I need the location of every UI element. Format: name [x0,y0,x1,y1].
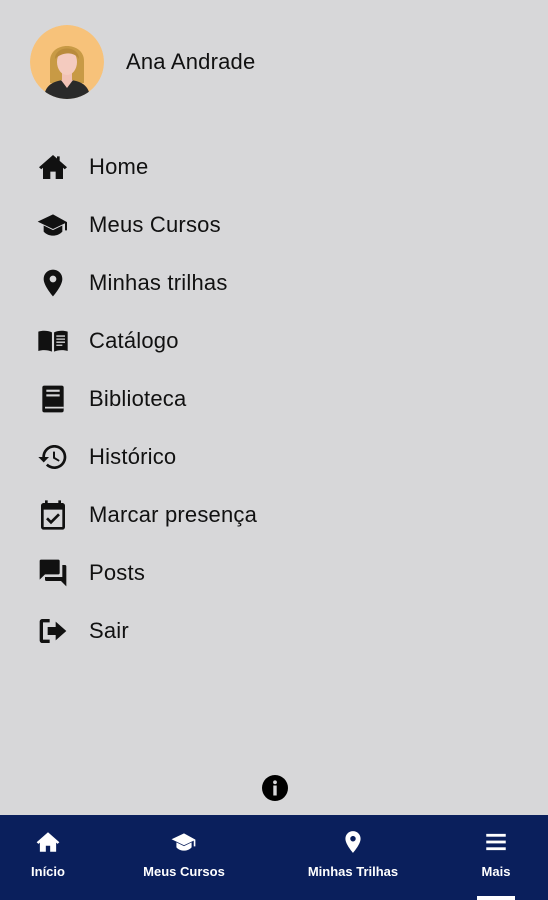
user-avatar-icon[interactable] [30,25,104,99]
menu-item-label: Marcar presença [89,502,258,527]
map-pin-icon [345,831,361,853]
bottom-nav: Início Meus Cursos Minhas Trilhas Mais [0,815,548,900]
menu-icon [486,833,506,851]
info-icon[interactable] [262,775,288,801]
menu-item-label: Home [89,154,149,179]
menu-item-label: Biblioteca [89,386,187,411]
graduation-cap-icon [171,833,196,851]
menu-item-label: Sair [89,618,129,643]
menu-item-historico[interactable]: Histórico [0,428,548,486]
menu-item-label: Posts [89,560,146,585]
logout-icon [36,614,70,648]
profile-header[interactable]: Ana Andrade [30,25,255,99]
bottom-nav-label: Mais [481,864,511,879]
menu-item-sair[interactable]: Sair [0,602,548,660]
side-menu: Home Meus Cursos Minhas trilhas Catálogo… [0,138,548,660]
menu-item-biblioteca[interactable]: Biblioteca [0,370,548,428]
menu-item-label: Catálogo [89,328,179,353]
menu-item-meus-cursos[interactable]: Meus Cursos [0,196,548,254]
home-icon [36,150,70,184]
bottom-nav-label: Meus Cursos [143,864,225,879]
menu-item-catalogo[interactable]: Catálogo [0,312,548,370]
book-icon [36,382,70,416]
bottom-nav-item-minhas-trilhas[interactable]: Minhas Trilhas [298,815,408,900]
bottom-nav-label: Início [31,864,65,879]
profile-name: Ana Andrade [126,49,256,74]
forum-icon [36,556,70,590]
graduation-cap-icon [36,208,70,242]
menu-item-posts[interactable]: Posts [0,544,548,602]
menu-item-home[interactable]: Home [0,138,548,196]
menu-item-label: Histórico [89,444,177,469]
menu-item-label: Minhas trilhas [89,270,228,295]
bottom-nav-label: Minhas Trilhas [307,864,399,879]
map-pin-icon [36,266,70,300]
active-tab-indicator [477,896,515,900]
bottom-nav-item-meus-cursos[interactable]: Meus Cursos [134,815,234,900]
calendar-check-icon [36,498,70,532]
bottom-nav-item-mais[interactable]: Mais [470,815,522,900]
history-icon [36,440,70,474]
open-book-icon [36,324,70,358]
menu-item-minhas-trilhas[interactable]: Minhas trilhas [0,254,548,312]
home-icon [36,832,60,852]
bottom-nav-item-inicio[interactable]: Início [20,815,76,900]
menu-item-marcar-presenca[interactable]: Marcar presença [0,486,548,544]
menu-item-label: Meus Cursos [89,212,221,237]
